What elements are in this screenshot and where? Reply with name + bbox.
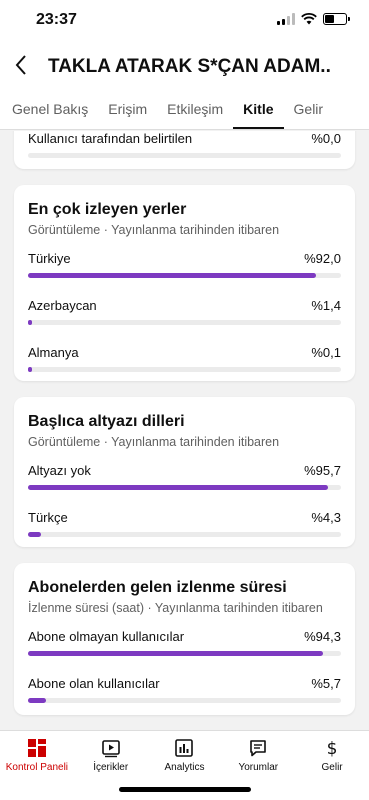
progress-bar — [28, 651, 341, 656]
progress-fill — [28, 698, 46, 703]
row-label: Azerbaycan — [28, 298, 97, 313]
progress-fill — [28, 485, 328, 490]
tab-engagement[interactable]: Etkileşim — [157, 90, 233, 129]
progress-fill — [28, 273, 316, 278]
progress-fill — [28, 367, 32, 372]
row-label: Türkiye — [28, 251, 71, 266]
list-item: Almanya %0,1 — [28, 345, 341, 372]
subtitle-languages-card: Başlıca altyazı dilleri Görüntüleme · Ya… — [14, 397, 355, 547]
row-label: Kullanıcı tarafından belirtilen — [28, 131, 193, 146]
wifi-icon — [301, 13, 317, 25]
status-bar: 23:37 — [0, 0, 369, 44]
row-value: %0,1 — [311, 345, 341, 360]
progress-bar — [28, 273, 341, 278]
row-value: %1,4 — [311, 298, 341, 313]
progress-fill — [28, 320, 33, 325]
card-title: Başlıca altyazı dilleri — [28, 413, 185, 430]
row-label: Türkçe — [28, 510, 68, 525]
row-value: %92,0 — [304, 251, 341, 266]
tab-overview[interactable]: Genel Bakış — [0, 90, 98, 129]
app-header: TAKLA ATARAK S*ÇAN ADAM.. — [0, 44, 369, 90]
card-subtitle: İzlenme süresi (saat) · Yayınlanma tarih… — [28, 601, 323, 615]
card-subtitle: Görüntüleme · Yayınlanma tarihinden itib… — [28, 435, 280, 449]
dollar-icon: $ — [327, 739, 338, 758]
row-label: Altyazı yok — [28, 463, 91, 478]
nav-label: Yorumlar — [238, 762, 279, 773]
progress-bar — [28, 532, 341, 537]
row-value: %4,3 — [311, 510, 341, 525]
row-label: Almanya — [28, 345, 79, 360]
nav-label: Kontrol Paneli — [5, 762, 69, 773]
row-value: %5,7 — [311, 676, 341, 691]
list-item: Abone olan kullanıcılar %5,7 — [28, 676, 341, 703]
partial-card: Kullanıcı tarafından belirtilen %0,0 — [14, 131, 355, 169]
tab-bar: Genel Bakış Erişim Etkileşim Kitle Gelir — [0, 90, 369, 130]
row-value: %0,0 — [311, 131, 341, 146]
analytics-icon — [175, 739, 194, 757]
progress-bar — [28, 153, 341, 158]
progress-bar — [28, 698, 341, 703]
progress-fill — [28, 532, 42, 537]
card-title: Abonelerden gelen izlenme süresi — [28, 579, 287, 596]
scroll-content[interactable]: Kullanıcı tarafından belirtilen %0,0 En … — [0, 131, 369, 730]
tab-revenue[interactable]: Gelir — [284, 90, 334, 129]
video-library-icon — [101, 740, 120, 758]
nav-label: Analytics — [164, 762, 205, 773]
row-label: Abone olmayan kullanıcılar — [28, 629, 185, 644]
svg-text:$: $ — [327, 739, 338, 758]
progress-fill — [28, 651, 324, 656]
progress-bar — [28, 367, 341, 372]
row-label: Abone olan kullanıcılar — [28, 676, 160, 691]
back-button[interactable] — [14, 54, 28, 83]
subscriber-watch-card: Abonelerden gelen izlenme süresi İzlenme… — [14, 563, 355, 715]
home-indicator — [119, 787, 251, 792]
list-item: Abone olmayan kullanıcılar %94,3 — [28, 629, 341, 656]
dashboard-icon — [27, 739, 46, 757]
card-title: En çok izleyen yerler — [28, 201, 187, 218]
tab-audience[interactable]: Kitle — [233, 90, 284, 129]
comment-icon — [250, 740, 267, 757]
nav-dashboard[interactable]: Kontrol Paneli — [0, 731, 74, 800]
list-item: Altyazı yok %95,7 — [28, 463, 341, 490]
row-value: %94,3 — [304, 629, 341, 644]
tab-reach[interactable]: Erişim — [98, 90, 157, 129]
card-subtitle: Görüntüleme · Yayınlanma tarihinden itib… — [28, 223, 280, 237]
list-item: Azerbaycan %1,4 — [28, 298, 341, 325]
nav-label: Gelir — [321, 762, 343, 773]
list-item: Türkiye %92,0 — [28, 251, 341, 278]
signal-icon — [277, 13, 295, 25]
page-title: TAKLA ATARAK S*ÇAN ADAM.. — [48, 56, 331, 77]
list-item: Kullanıcı tarafından belirtilen %0,0 — [28, 131, 341, 158]
battery-icon — [323, 13, 350, 25]
row-value: %95,7 — [304, 463, 341, 478]
progress-bar — [28, 485, 341, 490]
nav-label: İçerikler — [93, 762, 129, 773]
status-icons — [277, 13, 350, 25]
nav-revenue[interactable]: $ Gelir — [295, 731, 369, 800]
progress-bar — [28, 320, 341, 325]
chevron-left-icon — [15, 55, 26, 75]
list-item: Türkçe %4,3 — [28, 510, 341, 537]
top-locations-card: En çok izleyen yerler Görüntüleme · Yayı… — [14, 185, 355, 381]
bottom-nav: Kontrol Paneli İçerikler Analytics Yorum… — [0, 730, 369, 800]
status-time: 23:37 — [36, 11, 77, 28]
